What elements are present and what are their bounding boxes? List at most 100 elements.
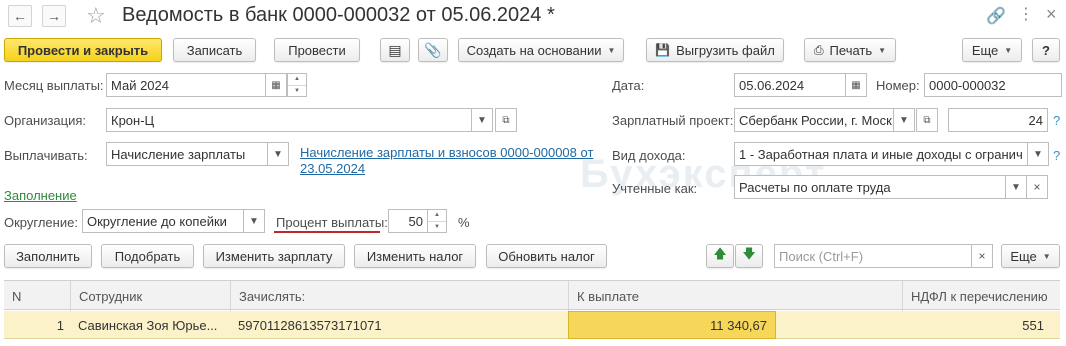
table-more-button[interactable]: Еще ▼ bbox=[1001, 244, 1060, 268]
payroll-document-link[interactable]: Начисление зарплаты и взносов 0000-00000… bbox=[300, 145, 600, 177]
date-label: Дата: bbox=[612, 78, 645, 93]
forward-button[interactable]: → bbox=[42, 5, 66, 27]
down-arrow-icon: ▼ bbox=[294, 87, 300, 94]
date-calendar-button[interactable]: ▦ bbox=[845, 73, 867, 97]
more-button[interactable]: Еще ▼ bbox=[962, 38, 1022, 62]
income-type-label: Вид дохода: bbox=[612, 148, 686, 163]
up-arrow-icon: ▲ bbox=[428, 210, 446, 222]
organization-dropdown[interactable]: ▼ bbox=[471, 108, 493, 132]
update-tax-button[interactable]: Обновить налог bbox=[486, 244, 607, 268]
percent-sign: % bbox=[458, 215, 470, 230]
back-button[interactable]: ← bbox=[8, 5, 32, 27]
export-file-label: Выгрузить файл bbox=[676, 42, 775, 58]
print-label: Печать bbox=[829, 42, 873, 58]
star-icon[interactable]: ☆ bbox=[86, 3, 106, 29]
help-button[interactable]: ? bbox=[1032, 38, 1060, 62]
calendar-button[interactable]: ▦ bbox=[265, 73, 287, 97]
create-based-on-button[interactable]: Создать на основании ▼ bbox=[458, 38, 624, 62]
cell-n[interactable]: 1 bbox=[4, 311, 70, 339]
help-icon[interactable]: ? bbox=[1053, 148, 1060, 163]
percent-label: Процент выплаты: bbox=[276, 215, 388, 230]
rounding-dropdown[interactable]: ▼ bbox=[243, 209, 265, 233]
percent-label-underline bbox=[274, 231, 380, 233]
organization-field[interactable]: Крон-Ц bbox=[106, 108, 472, 132]
chevron-down-icon: ▼ bbox=[1033, 148, 1043, 160]
accounted-field[interactable]: Расчеты по оплате труда bbox=[734, 175, 1006, 199]
open-link-icon: ⧉ bbox=[923, 114, 931, 126]
move-down-button[interactable]: 🡇 bbox=[735, 244, 763, 268]
attach-button[interactable]: 📎 bbox=[418, 38, 448, 62]
percent-field[interactable]: 50 bbox=[388, 209, 428, 233]
close-icon[interactable]: × bbox=[1046, 4, 1057, 25]
chevron-down-icon: ▼ bbox=[273, 148, 283, 160]
column-to-pay[interactable]: К выплате bbox=[568, 281, 902, 311]
chevron-down-icon: ▼ bbox=[899, 114, 909, 126]
month-label: Месяц выплаты: bbox=[4, 78, 104, 93]
rounding-field[interactable]: Округление до копейки bbox=[82, 209, 244, 233]
change-salary-button[interactable]: Изменить зарплату bbox=[203, 244, 345, 268]
salary-project-field[interactable]: Сбербанк России, г. Моск bbox=[734, 108, 894, 132]
number-label: Номер: bbox=[876, 78, 920, 93]
table-more-label: Еще bbox=[1010, 248, 1037, 264]
number-field[interactable]: 0000-000032 bbox=[924, 73, 1062, 97]
date-field[interactable]: 05.06.2024 bbox=[734, 73, 846, 97]
accounted-label: Учтенные как: bbox=[612, 181, 698, 196]
income-type-dropdown[interactable]: ▼ bbox=[1027, 142, 1049, 166]
cell-employee[interactable]: Савинская Зоя Юрье... bbox=[70, 311, 230, 339]
calendar-icon: ▦ bbox=[271, 79, 281, 91]
cell-to-pay[interactable]: 11 340,67 bbox=[568, 311, 776, 339]
salary-project-dropdown[interactable]: ▼ bbox=[893, 108, 915, 132]
paperclip-icon: 📎 bbox=[424, 41, 442, 58]
save-button[interactable]: Записать bbox=[173, 38, 256, 62]
column-account[interactable]: Зачислять: bbox=[230, 281, 568, 311]
export-file-button[interactable]: 💾 Выгрузить файл bbox=[646, 38, 784, 62]
pay-dropdown[interactable]: ▼ bbox=[267, 142, 289, 166]
percent-stepper[interactable]: ▲ ▼ bbox=[427, 209, 447, 233]
calendar-icon: ▦ bbox=[851, 79, 861, 91]
pay-field[interactable]: Начисление зарплаты bbox=[106, 142, 268, 166]
accounted-clear-button[interactable]: × bbox=[1026, 175, 1048, 199]
column-n[interactable]: N bbox=[4, 281, 70, 311]
print-button[interactable]: ⎙ Печать ▼ bbox=[804, 38, 896, 62]
chevron-down-icon: ▼ bbox=[477, 114, 487, 126]
arrow-right-icon: → bbox=[47, 8, 61, 24]
column-ndfl[interactable]: НДФЛ к перечислению bbox=[902, 281, 1060, 311]
list-report-button[interactable]: ▤ bbox=[380, 38, 410, 62]
cell-account[interactable]: 59701128613573171071 bbox=[230, 311, 568, 339]
column-employee[interactable]: Сотрудник bbox=[70, 281, 230, 311]
export-icon: 💾 bbox=[655, 43, 671, 57]
post-and-close-button[interactable]: Провести и закрыть bbox=[4, 38, 162, 62]
accounted-dropdown[interactable]: ▼ bbox=[1005, 175, 1027, 199]
help-icon[interactable]: ? bbox=[1053, 113, 1060, 128]
more-label: Еще bbox=[971, 42, 999, 58]
month-field[interactable]: Май 2024 bbox=[106, 73, 266, 97]
month-stepper[interactable]: ▲ ▼ bbox=[287, 73, 307, 97]
more-vertical-icon[interactable]: ⋮ bbox=[1018, 4, 1034, 24]
select-button[interactable]: Подобрать bbox=[101, 244, 194, 268]
link-icon[interactable]: 🔗 bbox=[986, 6, 1006, 26]
change-tax-button[interactable]: Изменить налог bbox=[354, 244, 476, 268]
chevron-down-icon: ▼ bbox=[249, 215, 259, 227]
post-button[interactable]: Провести bbox=[274, 38, 360, 62]
close-icon: × bbox=[1033, 180, 1041, 194]
salary-project-open-button[interactable]: ⧉ bbox=[916, 108, 938, 132]
chevron-down-icon: ▼ bbox=[607, 45, 616, 55]
up-arrow-icon: ▲ bbox=[288, 74, 306, 86]
search-clear-button[interactable]: × bbox=[971, 244, 993, 268]
pay-label: Выплачивать: bbox=[4, 148, 88, 163]
window-title: Ведомость в банк 0000-000032 от 05.06.20… bbox=[122, 4, 555, 26]
salary-project-count[interactable]: 24 bbox=[948, 108, 1048, 132]
arrow-down-icon: 🡇 bbox=[742, 246, 756, 261]
salary-project-label: Зарплатный проект: bbox=[612, 113, 734, 128]
move-up-button[interactable]: 🡅 bbox=[706, 244, 734, 268]
search-input[interactable]: Поиск (Ctrl+F) bbox=[774, 244, 972, 268]
fill-settings-link[interactable]: Заполнение bbox=[4, 188, 77, 203]
organization-open-button[interactable]: ⧉ bbox=[495, 108, 517, 132]
table-row[interactable]: 1 Савинская Зоя Юрье... 5970112861357317… bbox=[4, 311, 1060, 339]
cell-ndfl[interactable]: 551 bbox=[902, 311, 1048, 339]
fill-button[interactable]: Заполнить bbox=[4, 244, 92, 268]
income-type-field[interactable]: 1 - Заработная плата и иные доходы с огр… bbox=[734, 142, 1028, 166]
printer-icon: ⎙ bbox=[813, 42, 824, 57]
arrow-up-icon: 🡅 bbox=[713, 246, 727, 261]
arrow-left-icon: ← bbox=[13, 8, 27, 24]
